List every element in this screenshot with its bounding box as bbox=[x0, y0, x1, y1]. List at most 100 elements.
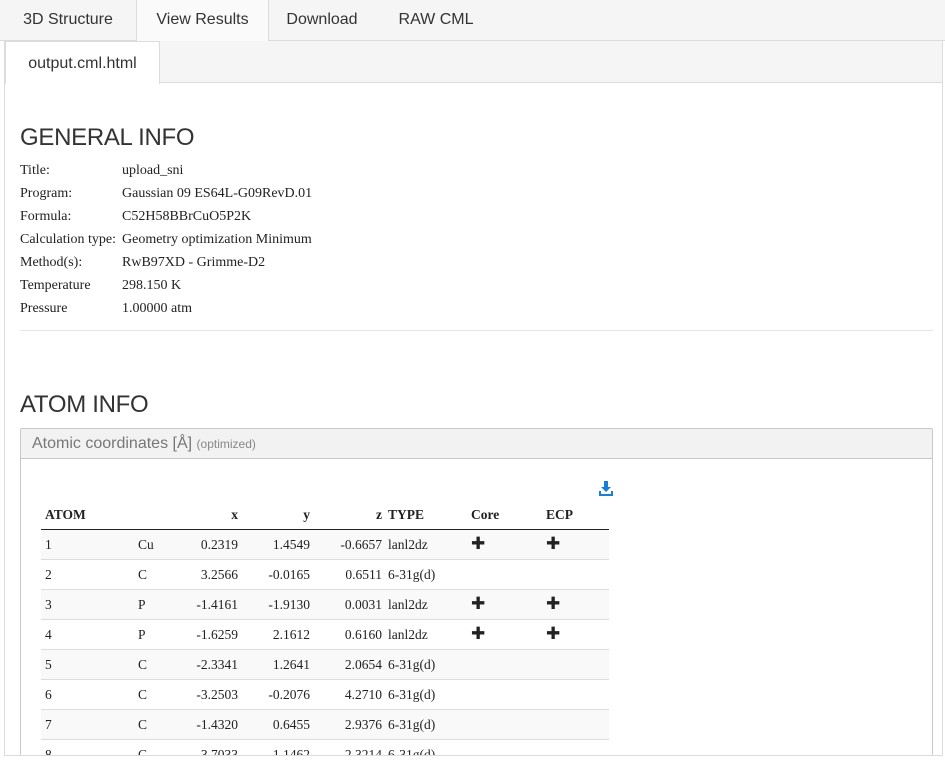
ecp-cell: ✚ bbox=[546, 619, 609, 650]
basis-type-cell: 6-31g(d) bbox=[382, 559, 471, 590]
y-coordinate-cell: -0.0165 bbox=[238, 559, 310, 590]
ecp-cell bbox=[546, 679, 609, 710]
x-coordinate-cell: -1.6259 bbox=[176, 619, 238, 650]
info-value: 298.150 K bbox=[122, 278, 182, 293]
core-cell bbox=[471, 559, 546, 590]
atom-info-heading: ATOM INFO bbox=[20, 391, 149, 418]
info-label: Temperature bbox=[20, 278, 91, 293]
z-coordinate-cell: 0.6160 bbox=[310, 619, 382, 650]
element-cell: Cu bbox=[138, 529, 176, 560]
atomic-coordinates-panel-header[interactable]: Atomic coordinates [Å] (optimized) bbox=[20, 428, 933, 459]
table-header-row: ATOM x y z TYPE Core ECP bbox=[41, 501, 609, 530]
info-label: Program: bbox=[20, 186, 73, 201]
atom-index-cell: 4 bbox=[41, 619, 138, 650]
core-cell: ✚ bbox=[471, 589, 546, 620]
info-row: Temperature 298.150 K bbox=[20, 274, 312, 297]
z-coordinate-cell: 0.6511 bbox=[310, 559, 382, 590]
section-divider bbox=[20, 330, 933, 331]
element-cell: P bbox=[138, 619, 176, 650]
info-row: Program: Gaussian 09 ES64L-G09RevD.01 bbox=[20, 182, 312, 205]
core-cell bbox=[471, 739, 546, 755]
basis-type-cell: 6-31g(d) bbox=[382, 679, 471, 710]
atom-index-cell: 5 bbox=[41, 649, 138, 680]
tab-raw-cml[interactable]: RAW CML bbox=[375, 0, 497, 41]
y-coordinate-cell: -0.2076 bbox=[238, 679, 310, 710]
plus-icon[interactable]: ✚ bbox=[546, 594, 560, 614]
plus-icon[interactable]: ✚ bbox=[471, 594, 485, 614]
z-coordinate-cell: -0.6657 bbox=[310, 529, 382, 560]
table-row: 4 P -1.6259 2.1612 0.6160 lanl2dz ✚ ✚ bbox=[41, 619, 609, 650]
info-label: Method(s): bbox=[20, 255, 83, 270]
x-coordinate-cell: -1.4320 bbox=[176, 709, 238, 740]
info-row: Calculation type: Geometry optimization M… bbox=[20, 228, 312, 251]
element-cell: C bbox=[138, 709, 176, 740]
y-coordinate-cell: 0.6455 bbox=[238, 709, 310, 740]
table-row: 1 Cu 0.2319 1.4549 -0.6657 lanl2dz ✚ ✚ bbox=[41, 529, 609, 560]
basis-type-cell: lanl2dz bbox=[382, 589, 471, 620]
table-row: 2 C 3.2566 -0.0165 0.6511 6-31g(d) bbox=[41, 559, 609, 590]
column-header-ecp: ECP bbox=[546, 501, 609, 530]
core-cell bbox=[471, 679, 546, 710]
atom-index-cell: 2 bbox=[41, 559, 138, 590]
z-coordinate-cell: 2.9376 bbox=[310, 709, 382, 740]
plus-icon[interactable]: ✚ bbox=[471, 624, 485, 644]
table-row: 6 C -3.2503 -0.2076 4.2710 6-31g(d) bbox=[41, 679, 609, 710]
tab-3d-structure[interactable]: 3D Structure bbox=[0, 0, 136, 41]
basis-type-cell: 6-31g(d) bbox=[382, 739, 471, 755]
ecp-cell bbox=[546, 739, 609, 755]
z-coordinate-cell: 2.0654 bbox=[310, 649, 382, 680]
info-row: Pressure 1.00000 atm bbox=[20, 297, 312, 320]
info-value: RwB97XD - Grimme-D2 bbox=[122, 255, 266, 270]
general-info-heading: GENERAL INFO bbox=[20, 124, 195, 151]
core-cell bbox=[471, 709, 546, 740]
atom-index-cell: 8 bbox=[41, 739, 138, 755]
tab-output-cml-html[interactable]: output.cml.html bbox=[5, 41, 160, 84]
column-header-core: Core bbox=[471, 501, 546, 530]
info-value: Geometry optimization Minimum bbox=[122, 232, 312, 247]
sub-tab-bar: output.cml.html bbox=[5, 41, 942, 84]
x-coordinate-cell: -1.4161 bbox=[176, 589, 238, 620]
info-row: Formula: C52H58BBrCuO5P2K bbox=[20, 205, 312, 228]
info-label: Title: bbox=[20, 163, 50, 178]
y-coordinate-cell: 1.1462 bbox=[238, 739, 310, 755]
table-row: 5 C -2.3341 1.2641 2.0654 6-31g(d) bbox=[41, 649, 609, 680]
plus-icon[interactable]: ✚ bbox=[546, 534, 560, 554]
plus-icon[interactable]: ✚ bbox=[471, 534, 485, 554]
info-value: C52H58BBrCuO5P2K bbox=[122, 209, 252, 224]
column-header-element bbox=[138, 501, 176, 530]
info-label: Calculation type: bbox=[20, 232, 117, 247]
core-cell: ✚ bbox=[471, 619, 546, 650]
x-coordinate-cell: 3.2566 bbox=[176, 559, 238, 590]
z-coordinate-cell: 4.2710 bbox=[310, 679, 382, 710]
y-coordinate-cell: -1.9130 bbox=[238, 589, 310, 620]
element-cell: C bbox=[138, 679, 176, 710]
general-info-list: Title: upload_sni Program: Gaussian 09 ES64… bbox=[20, 159, 312, 320]
atomic-coordinates-table: ATOM x y z TYPE Core ECP 1 Cu 0.2319 1.4549… bbox=[41, 501, 609, 755]
x-coordinate-cell: -3.2503 bbox=[176, 679, 238, 710]
info-row: Title: upload_sni bbox=[20, 159, 312, 182]
x-coordinate-cell: 0.2319 bbox=[176, 529, 238, 560]
column-header-y: y bbox=[238, 501, 310, 530]
ecp-cell bbox=[546, 709, 609, 740]
plus-icon[interactable]: ✚ bbox=[546, 624, 560, 644]
column-header-z: z bbox=[310, 501, 382, 530]
element-cell: C bbox=[138, 739, 176, 755]
info-row: Method(s): RwB97XD - Grimme-D2 bbox=[20, 251, 312, 274]
y-coordinate-cell: 2.1612 bbox=[238, 619, 310, 650]
info-label: Pressure bbox=[20, 301, 68, 316]
ecp-cell: ✚ bbox=[546, 589, 609, 620]
tab-download[interactable]: Download bbox=[269, 0, 375, 41]
table-row: 3 P -1.4161 -1.9130 0.0031 lanl2dz ✚ ✚ bbox=[41, 589, 609, 620]
ecp-cell bbox=[546, 649, 609, 680]
tab-view-results[interactable]: View Results bbox=[136, 0, 269, 42]
ecp-cell: ✚ bbox=[546, 529, 609, 560]
y-coordinate-cell: 1.4549 bbox=[238, 529, 310, 560]
info-label: Formula: bbox=[20, 209, 72, 224]
results-panel: output.cml.html GENERAL INFO Title: uploa… bbox=[4, 41, 943, 756]
element-cell: C bbox=[138, 649, 176, 680]
download-icon[interactable] bbox=[598, 480, 614, 496]
column-header-x: x bbox=[176, 501, 238, 530]
info-value: 1.00000 atm bbox=[122, 301, 192, 316]
atomic-coordinates-panel-body: ATOM x y z TYPE Core ECP 1 Cu 0.2319 1.4549… bbox=[20, 459, 933, 755]
basis-type-cell: lanl2dz bbox=[382, 529, 471, 560]
